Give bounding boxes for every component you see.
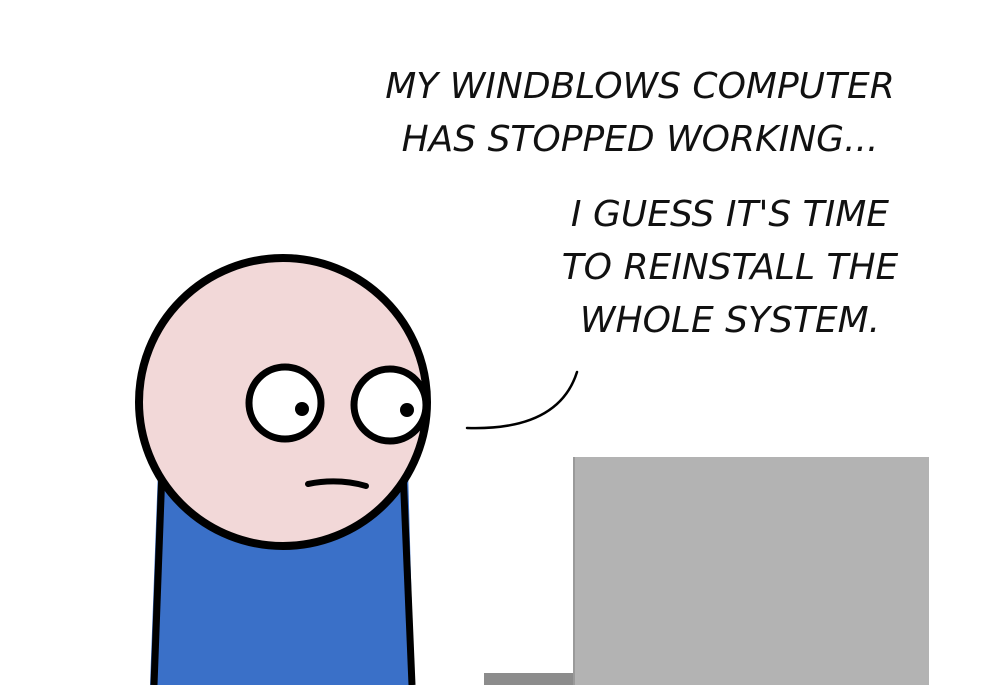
comic-panel: MY WINDBLOWS COMPUTER HAS STOPPED WORKIN… xyxy=(0,0,1004,685)
speech-text-2: I GUESS IT'S TIME TO REINSTALL THE WHOLE… xyxy=(561,194,899,341)
monitor-base xyxy=(484,673,576,685)
monitor-screen-back xyxy=(573,457,929,685)
speech-tail-icon xyxy=(465,370,579,430)
speech-text-1: MY WINDBLOWS COMPUTER HAS STOPPED WORKIN… xyxy=(385,66,895,160)
left-eye-icon xyxy=(245,363,325,443)
stick-figure-icon xyxy=(135,254,431,685)
right-eye-icon xyxy=(350,365,430,445)
computer-monitor-icon xyxy=(484,457,929,685)
